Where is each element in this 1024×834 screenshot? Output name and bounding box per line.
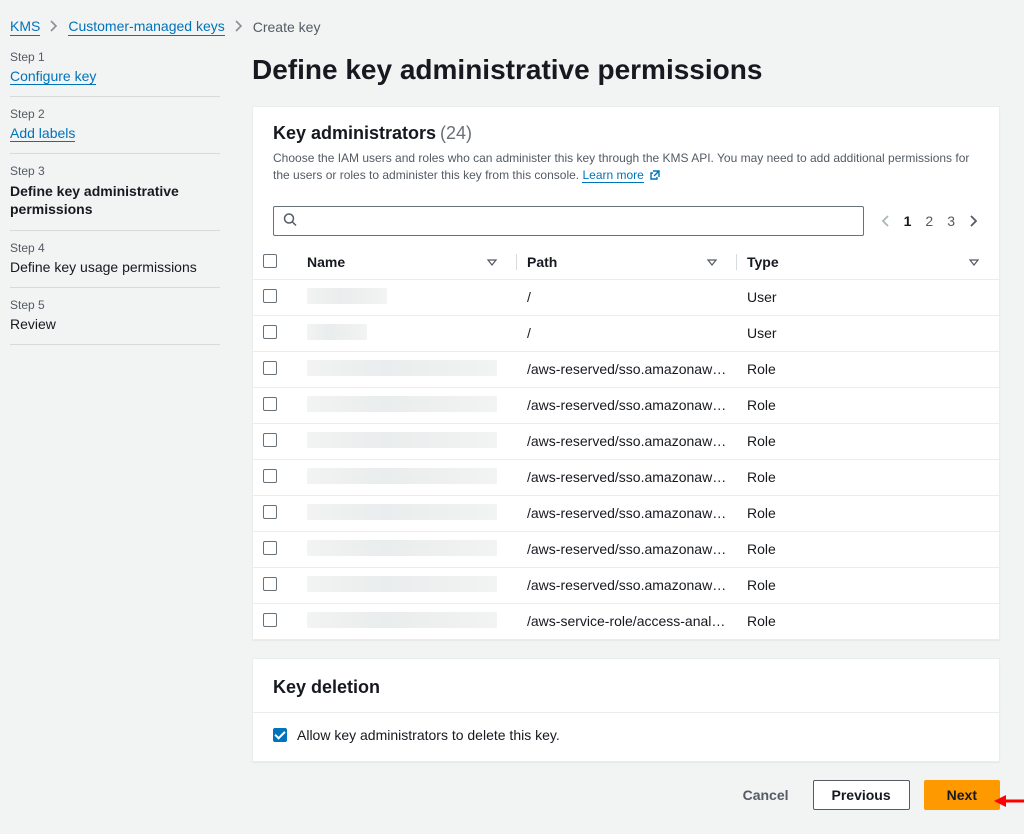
select-all-checkbox[interactable] [263,254,277,268]
row-name-redacted [307,540,497,556]
row-type: User [737,279,999,315]
row-path: /aws-reserved/sso.amazonaws… [517,531,737,567]
row-type: User [737,315,999,351]
row-checkbox[interactable] [263,325,277,339]
annotation-arrow-icon [994,791,1024,814]
row-type: Role [737,567,999,603]
row-name-redacted [307,504,497,520]
col-type-header[interactable]: Type [747,254,779,270]
wizard-steps: Step 1 Configure key Step 2 Add labels S… [10,50,220,810]
page-title: Define key administrative permissions [252,54,1000,86]
table-row: /aws-reserved/sso.amazonaws…Role [253,459,999,495]
row-checkbox[interactable] [263,541,277,555]
row-type: Role [737,387,999,423]
row-path: /aws-service-role/access-analy… [517,603,737,639]
row-path: /aws-reserved/sso.amazonaws… [517,495,737,531]
step-review: Review [10,316,220,332]
wizard-footer: Cancel Previous Next [252,780,1000,810]
allow-delete-label: Allow key administrators to delete this … [297,727,560,743]
row-path: /aws-reserved/sso.amazonaws… [517,459,737,495]
table-row: /User [253,279,999,315]
step-label: Step 5 [10,298,220,312]
table-row: /aws-reserved/sso.amazonaws…Role [253,387,999,423]
row-path: / [517,279,737,315]
page-1[interactable]: 1 [904,213,912,229]
external-link-icon [649,169,661,186]
table-row: /aws-reserved/sso.amazonaws…Role [253,531,999,567]
row-checkbox[interactable] [263,289,277,303]
learn-more-link[interactable]: Learn more [582,168,643,183]
row-type: Role [737,495,999,531]
breadcrumb-kms[interactable]: KMS [10,18,40,36]
row-checkbox[interactable] [263,397,277,411]
page-3[interactable]: 3 [947,213,955,229]
table-row: /aws-reserved/sso.amazonaws…Role [253,495,999,531]
step-add-labels[interactable]: Add labels [10,125,75,142]
step-label: Step 2 [10,107,220,121]
row-checkbox[interactable] [263,469,277,483]
panel-title: Key administrators [273,123,436,144]
key-administrators-panel: Key administrators (24) Choose the IAM u… [252,106,1000,640]
table-row: /aws-reserved/sso.amazonaws…Role [253,351,999,387]
row-checkbox[interactable] [263,577,277,591]
table-row: /aws-service-role/access-analy…Role [253,603,999,639]
chevron-right-icon [50,19,58,35]
next-button[interactable]: Next [924,780,1000,810]
row-checkbox[interactable] [263,361,277,375]
row-type: Role [737,423,999,459]
step-label: Step 4 [10,241,220,255]
row-checkbox[interactable] [263,613,277,627]
row-type: Role [737,459,999,495]
row-name-redacted [307,612,497,628]
step-configure-key[interactable]: Configure key [10,68,96,85]
step-label: Step 1 [10,50,220,64]
page-prev[interactable] [880,214,890,228]
row-path: /aws-reserved/sso.amazonaws… [517,387,737,423]
row-path: /aws-reserved/sso.amazonaws… [517,423,737,459]
col-name-header[interactable]: Name [307,254,345,270]
chevron-right-icon [235,19,243,35]
key-deletion-title: Key deletion [253,659,999,712]
step-define-usage-perms: Define key usage permissions [10,259,220,275]
sort-icon[interactable] [707,254,717,270]
sort-icon[interactable] [969,254,979,270]
cancel-button[interactable]: Cancel [733,781,799,809]
row-name-redacted [307,468,497,484]
step-define-admin-perms: Define key administrative permissions [10,182,220,218]
key-deletion-panel: Key deletion Allow key administrators to… [252,658,1000,762]
row-name-redacted [307,576,497,592]
row-checkbox[interactable] [263,505,277,519]
step-label: Step 3 [10,164,220,178]
panel-count: (24) [440,123,472,144]
pagination: 1 2 3 [880,213,979,229]
allow-delete-checkbox[interactable] [273,728,287,742]
row-type: Role [737,531,999,567]
row-path: / [517,315,737,351]
sort-icon[interactable] [487,254,497,270]
row-checkbox[interactable] [263,433,277,447]
table-row: /aws-reserved/sso.amazonaws…Role [253,423,999,459]
previous-button[interactable]: Previous [813,780,910,810]
row-name-redacted [307,288,387,304]
search-input[interactable] [273,206,864,236]
row-type: Role [737,603,999,639]
page-next[interactable] [969,214,979,228]
row-name-redacted [307,324,367,340]
row-name-redacted [307,360,497,376]
search-icon [283,212,297,229]
page-2[interactable]: 2 [925,213,933,229]
table-row: /User [253,315,999,351]
row-type: Role [737,351,999,387]
table-row: /aws-reserved/sso.amazonaws…Role [253,567,999,603]
breadcrumb-cmk[interactable]: Customer-managed keys [68,18,224,36]
col-path-header[interactable]: Path [527,254,557,270]
breadcrumb: KMS Customer-managed keys Create key [10,18,1000,36]
row-path: /aws-reserved/sso.amazonaws… [517,351,737,387]
breadcrumb-current: Create key [253,19,321,35]
administrators-table: Name Path [253,246,999,640]
row-path: /aws-reserved/sso.amazonaws… [517,567,737,603]
row-name-redacted [307,396,497,412]
row-name-redacted [307,432,497,448]
